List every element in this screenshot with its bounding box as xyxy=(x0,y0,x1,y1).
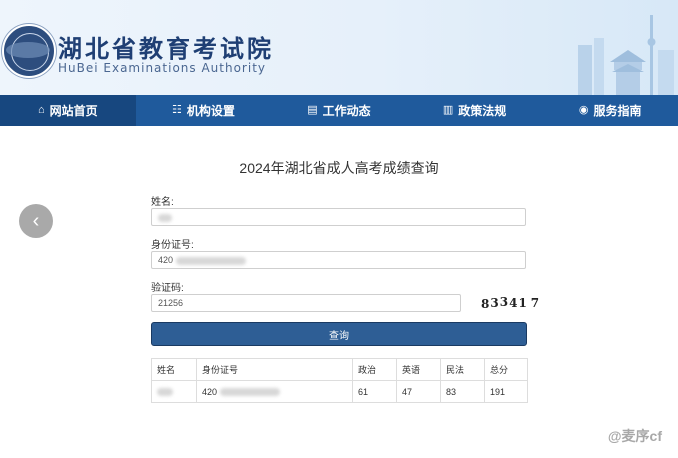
table-row: 420 61 47 83 191 xyxy=(151,380,528,403)
captcha-label: 验证码: xyxy=(151,283,184,294)
name-label: 姓名: xyxy=(151,197,174,208)
table-cell-score: 61 xyxy=(352,380,397,403)
site-subtitle: HuBei Examinations Authority xyxy=(58,61,267,75)
column-header: 身份证号 xyxy=(196,358,353,381)
captcha-field[interactable]: 21256 xyxy=(151,294,461,312)
nav-item-label: 政策法规 xyxy=(458,104,507,118)
table-cell-score: 83 xyxy=(440,380,485,403)
redacted-name xyxy=(157,388,173,397)
name-field[interactable] xyxy=(151,208,526,226)
compass-icon: ◉ xyxy=(578,104,589,116)
nav-item-label: 工作动态 xyxy=(322,104,371,118)
nav-item-news[interactable]: ▤ 工作动态 xyxy=(271,95,407,126)
site-title: 湖北省教育考试院 xyxy=(58,34,274,63)
nav-item-policy[interactable]: ▥ 政策法规 xyxy=(407,95,543,126)
redacted-id xyxy=(219,388,280,397)
page-title: 2024年湖北省成人高考成绩查询 xyxy=(239,160,439,176)
table-cell-name xyxy=(151,380,197,403)
nav-item-organization[interactable]: ☷ 机构设置 xyxy=(136,95,272,126)
previous-slide-button[interactable]: ‹ xyxy=(19,204,53,238)
main-nav: ⌂ 网站首页 ☷ 机构设置 ▤ 工作动态 ▥ 政策法规 ◉ 服务指南 xyxy=(0,95,678,126)
watermark: @麦序cf xyxy=(607,428,662,444)
query-button[interactable]: 查询 xyxy=(151,322,527,346)
site-header: 湖北省教育考试院 HuBei Examinations Authority xyxy=(0,0,678,95)
column-header: 总分 xyxy=(484,358,528,381)
nav-item-service[interactable]: ◉ 服务指南 xyxy=(542,95,678,126)
column-header: 民法 xyxy=(440,358,485,381)
nav-item-label: 网站首页 xyxy=(49,104,98,118)
nav-item-home[interactable]: ⌂ 网站首页 xyxy=(0,95,136,126)
id-label: 身份证号: xyxy=(151,240,194,251)
redacted-name xyxy=(158,213,172,222)
table-cell-total: 191 xyxy=(484,380,528,403)
site-logo[interactable] xyxy=(2,24,56,78)
table-cell-id: 420 xyxy=(196,380,353,403)
redacted-id xyxy=(175,256,246,265)
book-icon: ▥ xyxy=(442,104,454,116)
table-cell-score: 47 xyxy=(396,380,441,403)
logo-wave xyxy=(6,42,50,58)
document-icon: ▤ xyxy=(307,104,318,116)
org-chart-icon: ☷ xyxy=(171,104,182,116)
column-header: 政治 xyxy=(352,358,397,381)
nav-item-label: 机构设置 xyxy=(186,104,235,118)
results-table: 姓名 身份证号 政治 英语 民法 总分 420 61 47 83 191 xyxy=(151,358,528,403)
chevron-left-icon: ‹ xyxy=(32,209,40,232)
skyline-illustration xyxy=(578,15,674,95)
id-number-field[interactable]: 420 xyxy=(151,251,526,269)
column-header: 姓名 xyxy=(151,358,197,381)
nav-item-label: 服务指南 xyxy=(593,104,642,118)
column-header: 英语 xyxy=(396,358,441,381)
captcha-image[interactable]: 83341 7 xyxy=(481,295,540,311)
table-header-row: 姓名 身份证号 政治 英语 民法 总分 xyxy=(151,358,528,381)
home-icon: ⌂ xyxy=(37,104,45,116)
